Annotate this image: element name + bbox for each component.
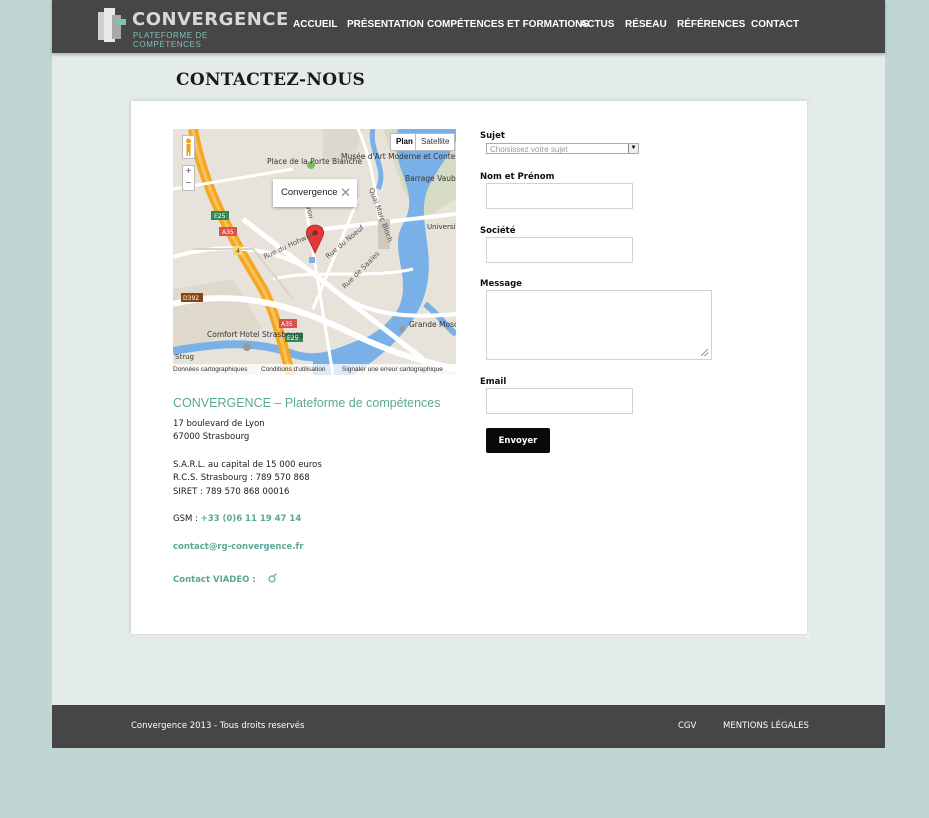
map-zoom-control: + −: [182, 165, 195, 191]
nav-item-competences[interactable]: COMPÉTENCES ET FORMATIONS: [427, 19, 589, 30]
map-footer: Données cartographiques Conditions d'uti…: [173, 364, 456, 375]
logo-mark-icon: [98, 8, 126, 42]
map-label-d392: D392: [183, 295, 199, 302]
map-label-musee: Musée d'Art Moderne et Contemporain: [341, 152, 456, 161]
map-label-barrage: Barrage Vauban: [405, 174, 456, 183]
viadeo-line: Contact VIADEO :: [173, 573, 278, 586]
siret-text: SIRET : 789 570 868 00016: [173, 487, 290, 497]
company-name: CONVERGENCE – Plateforme de compétences: [173, 396, 441, 410]
email-input[interactable]: [486, 388, 633, 414]
map-label-e25-top: E25: [214, 213, 226, 220]
map-footer-report-link[interactable]: Signaler une erreur cartographique: [342, 364, 443, 375]
nav-item-presentation[interactable]: PRÉSENTATION: [347, 19, 424, 30]
nav-item-contact[interactable]: CONTACT: [751, 19, 799, 30]
site-container: CONVERGENCE PLATEFORME DE COMPÉTENCES AC…: [52, 0, 885, 748]
rcs-text: R.C.S. Strasbourg : 789 570 868: [173, 473, 310, 483]
message-textarea[interactable]: [486, 290, 712, 360]
logo[interactable]: CONVERGENCE PLATEFORME DE COMPÉTENCES: [96, 6, 288, 49]
nom-label: Nom et Prénom: [480, 172, 555, 182]
address-line-1: 17 boulevard de Lyon: [173, 419, 265, 429]
map-label-universite: Universit Strasbou: [427, 223, 456, 231]
map-canvas: Place de la Porte Blanche Musée d'Art Mo…: [173, 129, 456, 375]
gsm-label: GSM :: [173, 514, 201, 524]
viadeo-icon[interactable]: [268, 573, 278, 586]
zoom-in-button[interactable]: +: [183, 166, 194, 178]
pegman-icon[interactable]: [182, 135, 195, 159]
footer: Convergence 2013 - Tous droits reservés …: [52, 705, 885, 748]
email-link[interactable]: contact@rg-convergence.fr: [173, 542, 303, 552]
logo-title: CONVERGENCE: [132, 9, 289, 30]
footer-cgv-link[interactable]: CGV: [678, 721, 696, 731]
sarl-text: S.A.R.L. au capital de 15 000 euros: [173, 460, 322, 470]
sujet-label: Sujet: [480, 131, 505, 141]
map-label-a35-top: A35: [222, 229, 234, 236]
nav-item-actus[interactable]: ACTUS: [580, 19, 614, 30]
close-icon[interactable]: ✕: [340, 179, 351, 207]
nav-item-references[interactable]: RÉFÉRENCES: [677, 19, 745, 30]
sujet-select-value: Choisissez votre sujet: [490, 145, 568, 154]
email-label: Email: [480, 377, 507, 387]
address-line-2: 67000 Strasbourg: [173, 432, 250, 442]
email-line: contact@rg-convergence.fr: [173, 542, 303, 552]
nav-item-reseau[interactable]: RÉSEAU: [625, 19, 667, 30]
gsm-link[interactable]: +33 (0)6 11 19 47 14: [201, 514, 302, 524]
resize-handle-icon[interactable]: [701, 349, 708, 356]
map-type-satellite-button[interactable]: Satellite: [415, 133, 456, 151]
map-footer-terms-link[interactable]: Conditions d'utilisation: [261, 364, 325, 375]
google-map[interactable]: Place de la Porte Blanche Musée d'Art Mo…: [173, 129, 456, 375]
nom-input[interactable]: [486, 183, 633, 209]
header: CONVERGENCE PLATEFORME DE COMPÉTENCES AC…: [52, 0, 885, 53]
contact-card: Place de la Porte Blanche Musée d'Art Mo…: [131, 101, 807, 634]
societe-input[interactable]: [486, 237, 633, 263]
nav-item-accueil[interactable]: ACCUEIL: [293, 19, 337, 30]
chevron-down-icon: ▼: [628, 144, 638, 153]
map-label-strug: Strug: [175, 353, 194, 361]
map-footer-data-link[interactable]: Données cartographiques: [173, 364, 247, 375]
map-label-route-4: 4: [236, 248, 240, 255]
submit-button[interactable]: Envoyer: [486, 428, 550, 453]
message-label: Message: [480, 279, 522, 289]
map-label-e25-bottom: E25: [287, 335, 299, 342]
page-title: CONTACTEZ-NOUS: [176, 70, 366, 90]
map-label-grande-mosquee: Grande Mosq de Strasbour: [409, 320, 456, 329]
sujet-select[interactable]: Choisissez votre sujet ▼: [486, 143, 639, 154]
gsm-line: GSM : +33 (0)6 11 19 47 14: [173, 514, 301, 524]
infowindow-label: Convergence: [281, 187, 338, 198]
footer-mentions-link[interactable]: MENTIONS LÉGALES: [723, 721, 809, 731]
societe-label: Société: [480, 226, 516, 236]
logo-subtitle: PLATEFORME DE COMPÉTENCES: [133, 31, 208, 49]
map-label-a35-bottom: A35: [281, 321, 293, 328]
footer-copyright: Convergence 2013 - Tous droits reservés: [131, 721, 305, 731]
map-infowindow: Convergence ✕: [273, 179, 357, 207]
viadeo-label: Contact VIADEO :: [173, 575, 256, 585]
zoom-out-button[interactable]: −: [183, 178, 194, 190]
